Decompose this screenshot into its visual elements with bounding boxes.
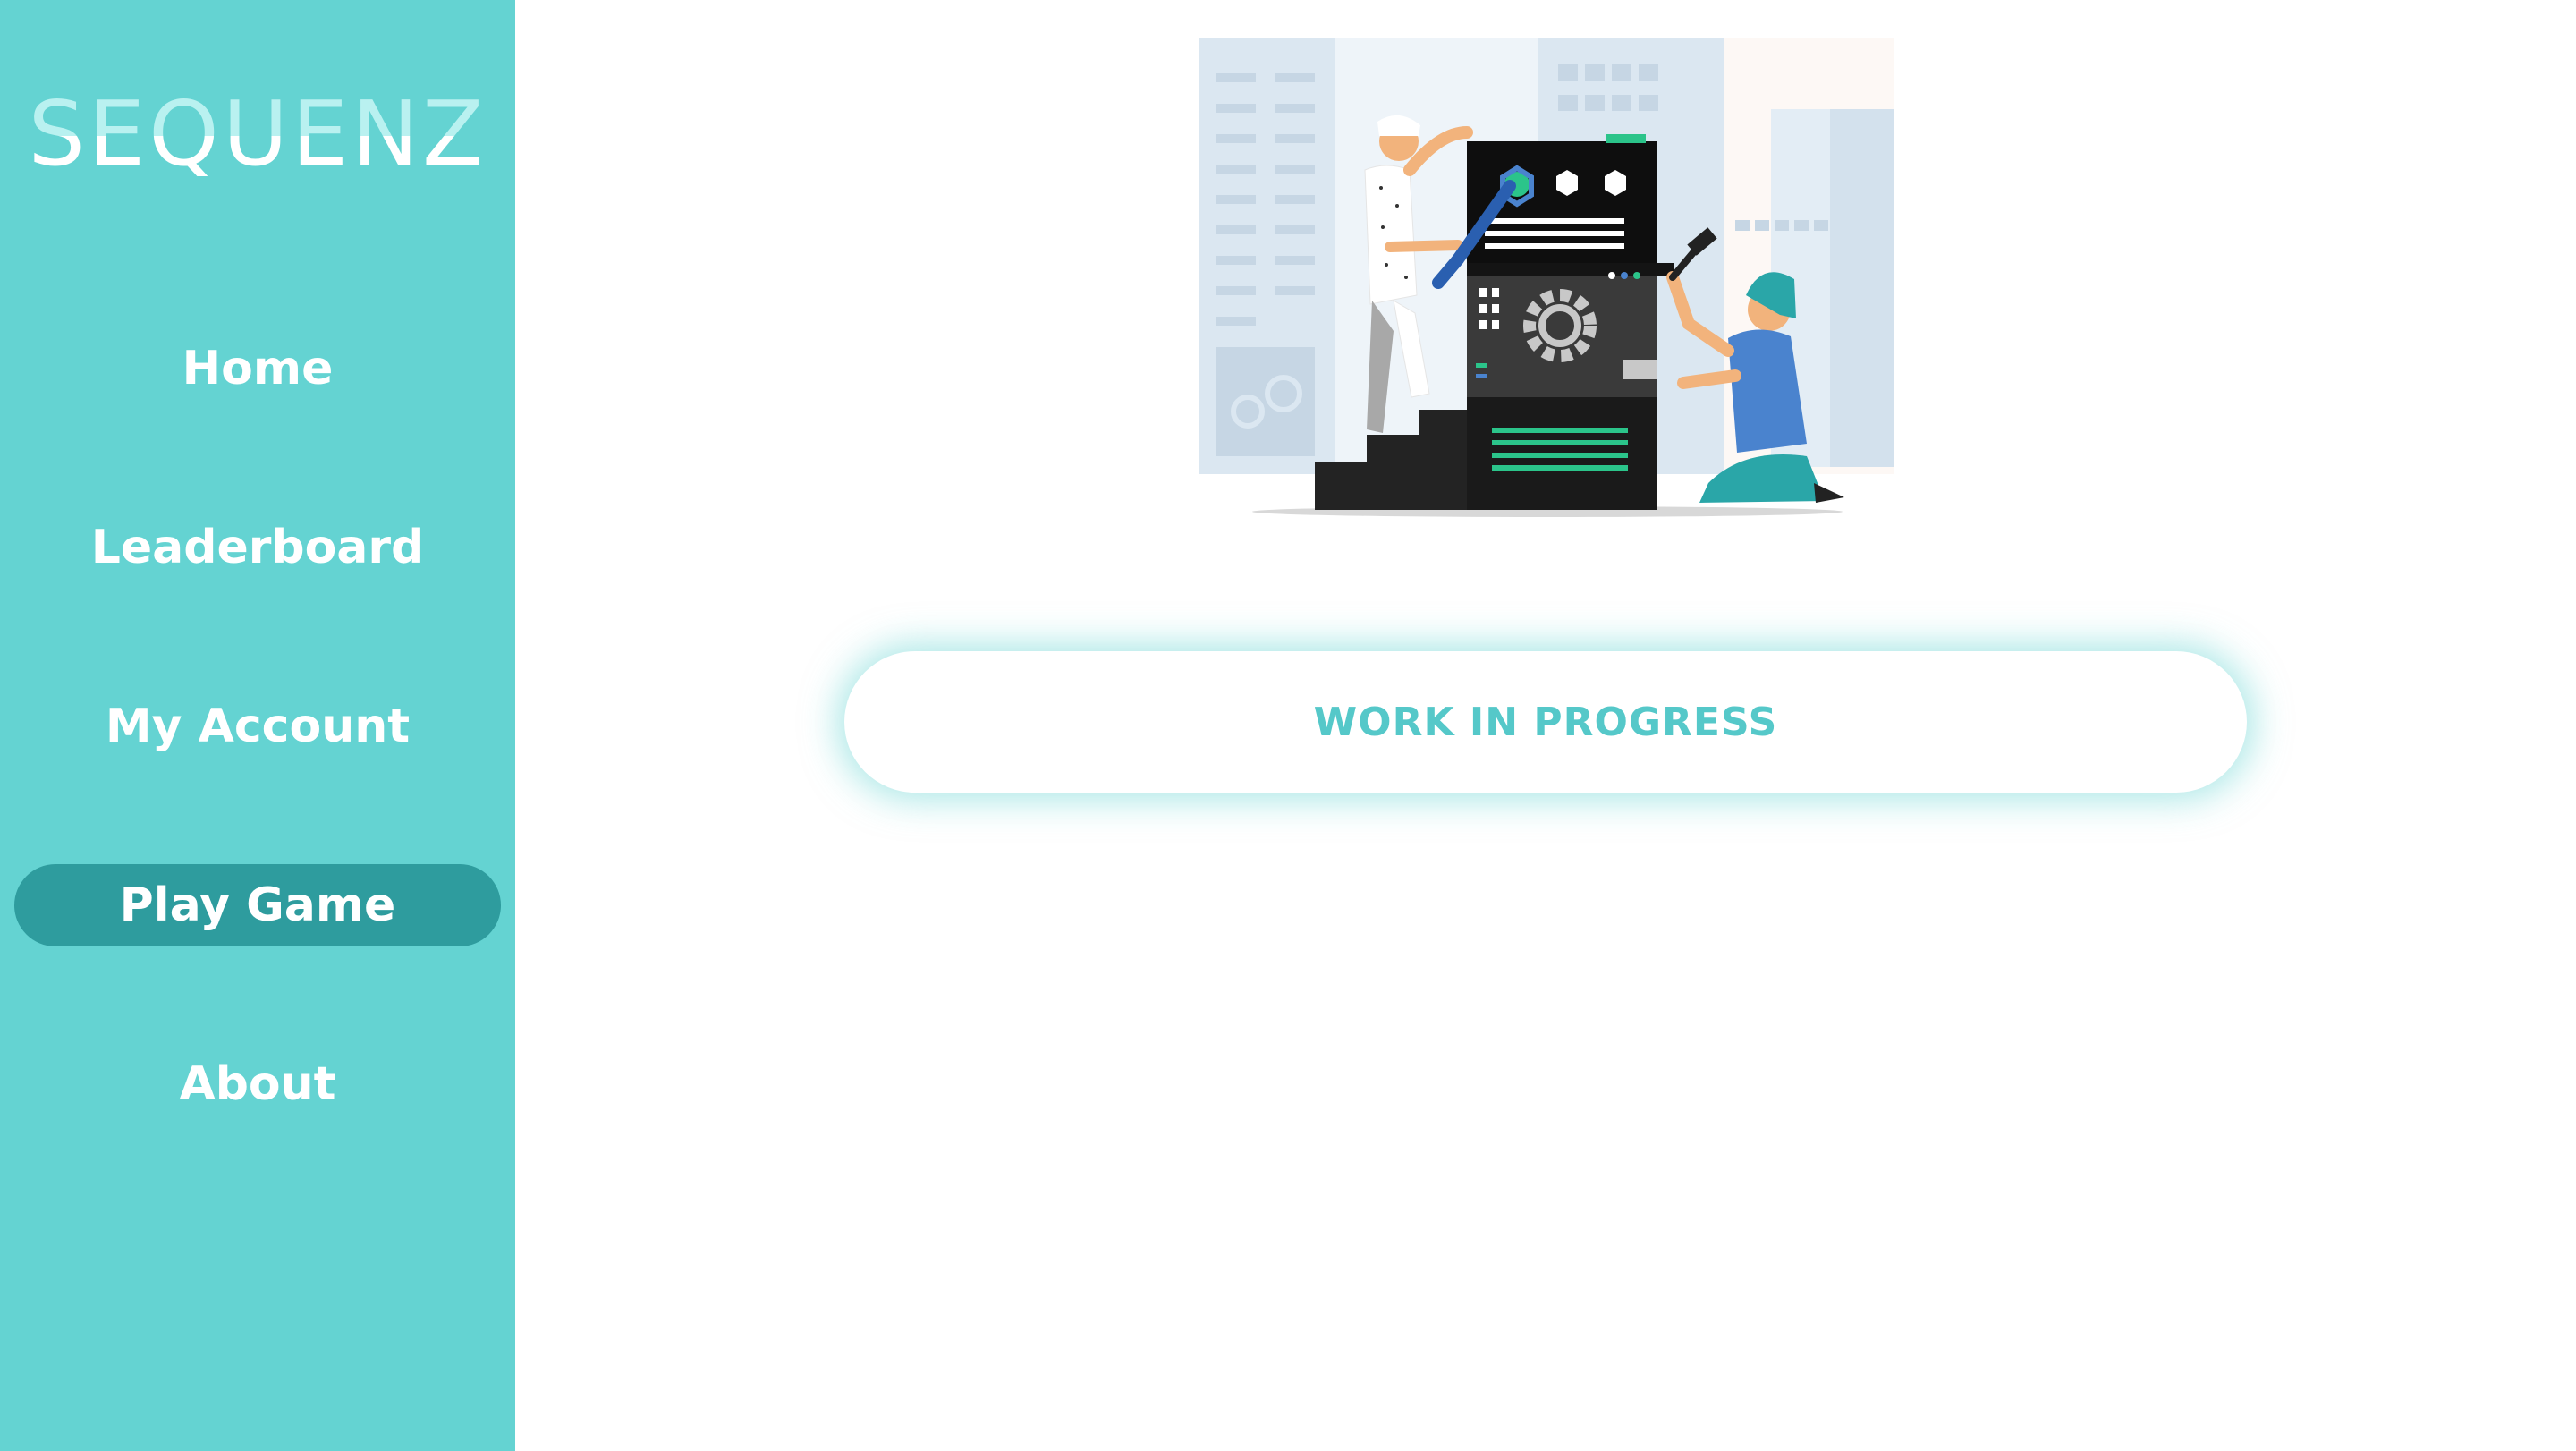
sidebar-item-my-account[interactable]: My Account	[14, 685, 501, 768]
sidebar-item-home[interactable]: Home	[14, 327, 501, 410]
logo-text: SEQUENZ	[28, 81, 487, 186]
sidebar-item-leaderboard[interactable]: Leaderboard	[14, 506, 501, 589]
sidebar-item-about[interactable]: About	[14, 1043, 501, 1125]
status-message: WORK IN PROGRESS	[1313, 699, 1778, 745]
app-logo[interactable]: SEQUENZ	[0, 89, 515, 179]
sidebar-item-label: About	[179, 1057, 336, 1111]
sidebar-item-label: My Account	[105, 700, 411, 753]
construction-illustration	[1199, 38, 1894, 517]
work-in-progress-banner: WORK IN PROGRESS	[844, 651, 2247, 793]
app-root: SEQUENZ Home Leaderboard My Account Play…	[0, 0, 2576, 1451]
sidebar-item-label: Home	[182, 342, 334, 395]
sidebar-item-label: Play Game	[119, 878, 396, 932]
sidebar: SEQUENZ Home Leaderboard My Account Play…	[0, 0, 515, 1451]
sidebar-item-play-game[interactable]: Play Game	[14, 864, 501, 946]
sidebar-item-label: Leaderboard	[90, 521, 425, 574]
